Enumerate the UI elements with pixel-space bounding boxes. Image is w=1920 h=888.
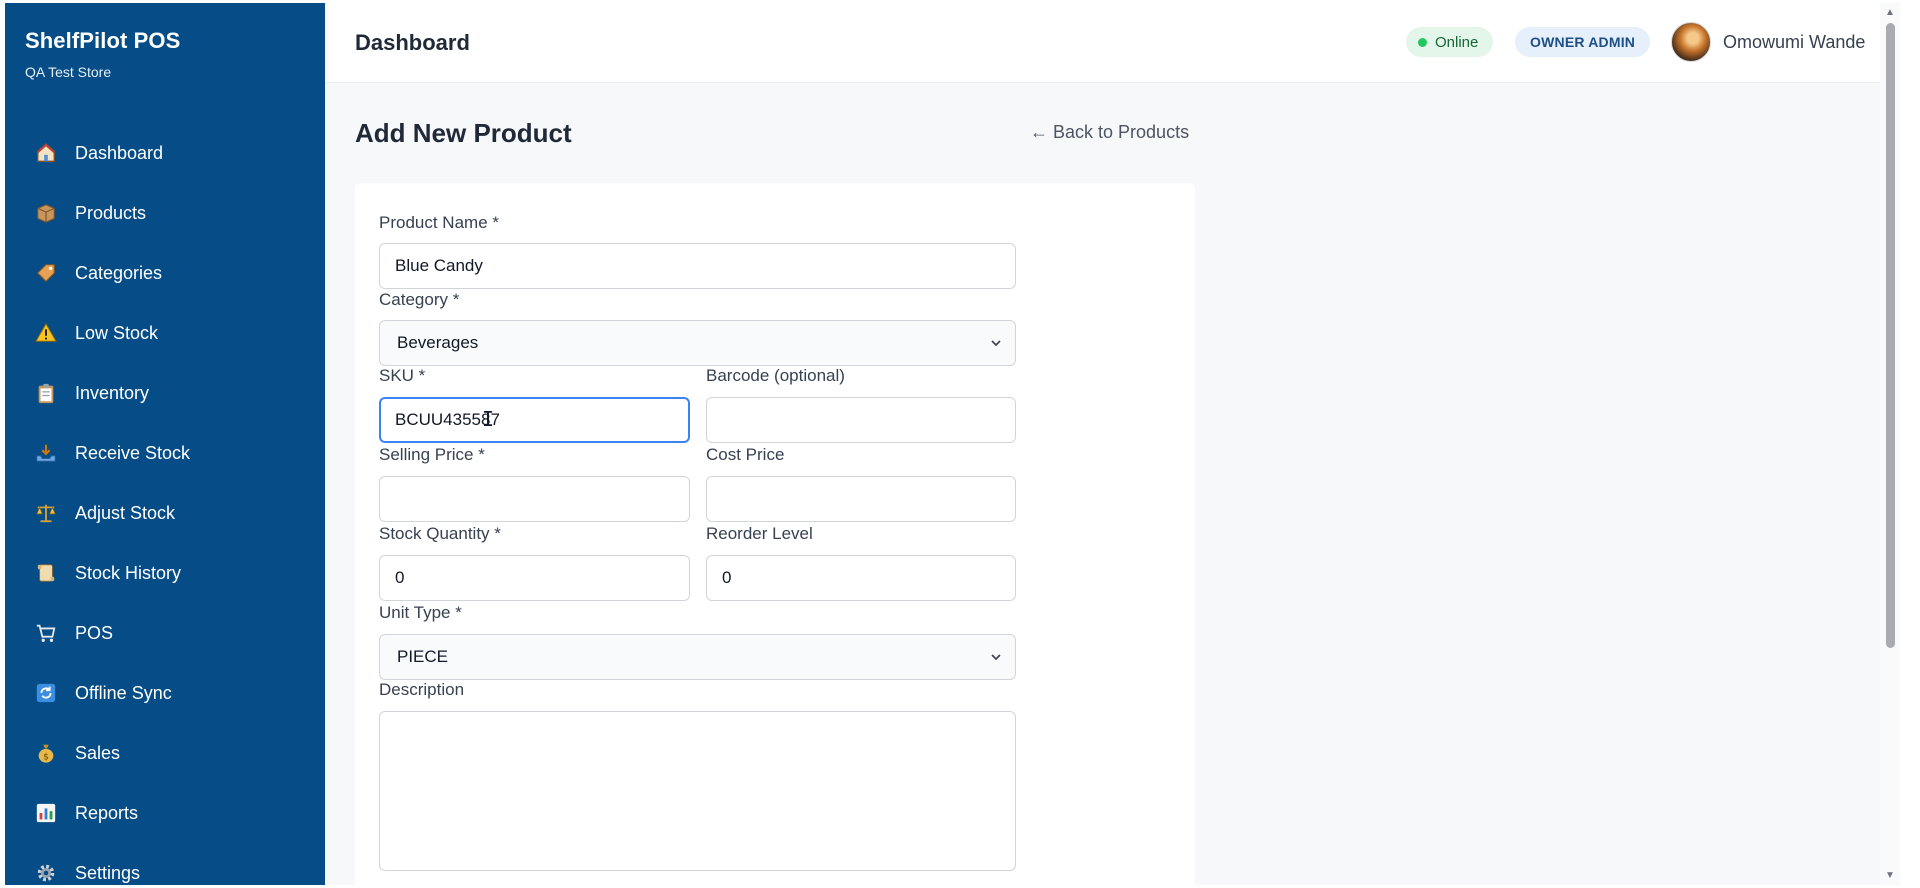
sidebar-item-adjust-stock[interactable]: Adjust Stock: [5, 483, 325, 543]
scroll-up-arrow-icon[interactable]: ▲: [1885, 7, 1895, 18]
sidebar-item-settings[interactable]: Settings: [5, 843, 325, 885]
sidebar-item-reports[interactable]: Reports: [5, 783, 325, 843]
avatar[interactable]: [1671, 22, 1711, 62]
sku-label: SKU *: [379, 366, 426, 385]
category-select[interactable]: Beverages: [379, 320, 1016, 366]
description-label: Description: [379, 680, 465, 699]
unit-type-label: Unit Type *: [379, 603, 462, 622]
top-header: Dashboard Online OWNER ADMIN Omowumi Wan…: [325, 3, 1900, 83]
chevron-down-icon: [991, 654, 1001, 661]
sidebar-item-label: Sales: [75, 742, 121, 763]
sidebar-item-label: Low Stock: [75, 322, 159, 343]
house-icon: [31, 138, 61, 168]
sidebar-item-dashboard[interactable]: Dashboard: [5, 123, 325, 183]
sidebar-item-label: Inventory: [75, 382, 150, 403]
sync-icon: [31, 678, 61, 708]
balance-scale-icon: [31, 498, 61, 528]
sidebar-item-label: Adjust Stock: [75, 502, 176, 523]
sidebar-item-label: Offline Sync: [75, 682, 172, 703]
status-badge: Online: [1406, 27, 1494, 57]
category-value: Beverages: [397, 333, 479, 352]
stock-quantity-value: 0: [395, 568, 405, 587]
sidebar-item-low-stock[interactable]: Low Stock: [5, 303, 325, 363]
sidebar-item-sales[interactable]: $ Sales: [5, 723, 325, 783]
bar-chart-icon: [31, 798, 61, 828]
barcode-label: Barcode (optional): [706, 366, 845, 385]
category-label: Category *: [379, 290, 460, 309]
main-area: Dashboard Online OWNER ADMIN Omowumi Wan…: [325, 3, 1900, 888]
store-name: QA Test Store: [25, 64, 112, 80]
product-name-value: Blue Candy: [395, 256, 483, 275]
gear-icon: [31, 858, 61, 885]
stock-quantity-input[interactable]: 0: [379, 555, 690, 601]
scroll-icon: [31, 558, 61, 588]
cost-price-input[interactable]: [706, 476, 1016, 522]
unit-type-select[interactable]: PIECE: [379, 634, 1016, 680]
product-form: Product Name * Blue Candy Category * Bev…: [355, 183, 1195, 888]
text-cursor-icon: I: [482, 407, 495, 431]
product-name-input[interactable]: Blue Candy: [379, 243, 1016, 289]
stock-quantity-label: Stock Quantity *: [379, 524, 501, 543]
sidebar: ShelfPilot POS QA Test Store Dashboard P…: [5, 3, 325, 885]
tag-icon: [31, 258, 61, 288]
reorder-level-label: Reorder Level: [706, 524, 813, 543]
sidebar-item-label: Receive Stock: [75, 442, 191, 463]
scroll-down-arrow-icon[interactable]: ▼: [1885, 870, 1895, 881]
online-dot-icon: [1418, 37, 1427, 47]
status-text: Online: [1435, 33, 1479, 51]
sidebar-item-products[interactable]: Products: [5, 183, 325, 243]
vertical-scrollbar[interactable]: ▲ ▼: [1880, 3, 1900, 885]
sidebar-item-inventory[interactable]: Inventory: [5, 363, 325, 423]
sidebar-item-label: Stock History: [75, 562, 182, 583]
form-heading: Add New Product: [355, 118, 572, 148]
sidebar-item-label: POS: [75, 622, 114, 643]
product-name-label: Product Name *: [379, 213, 499, 232]
user-name: Omowumi Wande: [1723, 31, 1866, 52]
money-bag-icon: $: [31, 738, 61, 768]
sidebar-item-offline-sync[interactable]: Offline Sync: [5, 663, 325, 723]
sku-input[interactable]: BCUU435587: [379, 397, 690, 443]
description-textarea[interactable]: [379, 711, 1016, 871]
brand-title: ShelfPilot POS: [25, 28, 181, 53]
user-menu[interactable]: Omowumi Wande: [1671, 22, 1865, 62]
reorder-level-input[interactable]: 0: [706, 555, 1016, 601]
role-badge: OWNER ADMIN: [1515, 27, 1651, 57]
svg-text:$: $: [43, 751, 49, 762]
back-to-products-link[interactable]: ← Back to Products: [1030, 122, 1189, 143]
cost-price-label: Cost Price: [706, 445, 785, 464]
selling-price-input[interactable]: [379, 476, 690, 522]
sidebar-item-label: Settings: [75, 862, 141, 883]
brand: ShelfPilot POS QA Test Store: [25, 28, 180, 80]
sidebar-item-receive-stock[interactable]: Receive Stock: [5, 423, 325, 483]
barcode-input[interactable]: [706, 397, 1016, 443]
sidebar-item-label: Reports: [75, 802, 139, 823]
page-title: Dashboard: [355, 30, 470, 55]
scrollbar-thumb[interactable]: [1886, 23, 1895, 648]
sidebar-item-stock-history[interactable]: Stock History: [5, 543, 325, 603]
sidebar-nav: Dashboard Products Categories Low Stock: [5, 123, 325, 885]
inbox-tray-icon: [31, 438, 61, 468]
sidebar-item-categories[interactable]: Categories: [5, 243, 325, 303]
unit-type-value: PIECE: [397, 647, 449, 666]
cart-icon: [31, 618, 61, 648]
app-window: ShelfPilot POS QA Test Store Dashboard P…: [0, 0, 1920, 888]
sidebar-item-label: Categories: [75, 262, 163, 283]
reorder-level-value: 0: [722, 568, 732, 587]
sidebar-item-label: Dashboard: [75, 142, 164, 163]
box-icon: [31, 198, 61, 228]
chevron-down-icon: [991, 340, 1001, 347]
sidebar-item-label: Products: [75, 202, 147, 223]
selling-price-label: Selling Price *: [379, 445, 485, 464]
sidebar-item-pos[interactable]: POS: [5, 603, 325, 663]
warning-icon: [31, 318, 61, 348]
clipboard-icon: [31, 378, 61, 408]
